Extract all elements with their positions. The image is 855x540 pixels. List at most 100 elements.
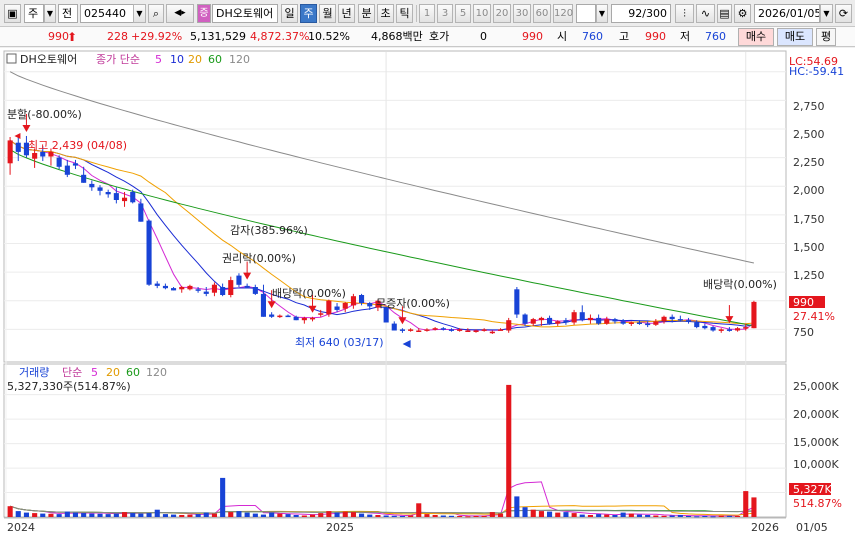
volume-bar: [32, 513, 38, 517]
period-button-second[interactable]: 초: [377, 4, 394, 23]
candle-body: [64, 165, 70, 175]
candle-body: [628, 322, 634, 324]
volume-bar: [432, 515, 438, 517]
volume-bar: [171, 514, 177, 517]
period-button-week[interactable]: 주: [300, 4, 317, 23]
code-dropdown-icon[interactable]: ▼: [133, 4, 146, 23]
candle-body: [473, 330, 479, 332]
stock-code-input[interactable]: 025440: [80, 4, 136, 23]
current-pct-tag: 27.41%: [793, 310, 835, 323]
price-axis: LC:54.69 HC:-59.41 2,750 2,500 2,250 2,0…: [789, 55, 844, 339]
candle-body: [710, 327, 716, 331]
annotation-split: 분할(-80.00%): [7, 108, 82, 121]
interval-button-5[interactable]: 5: [455, 4, 471, 23]
low-price: 760: [705, 30, 726, 43]
volume-bar: [89, 513, 95, 517]
search-icon[interactable]: ⌕: [148, 4, 164, 23]
refresh-icon[interactable]: ⟳: [835, 4, 852, 23]
candle-body: [277, 315, 283, 318]
candle-body: [596, 317, 602, 324]
period-button-tick[interactable]: 틱: [396, 4, 413, 23]
candle-type-icon[interactable]: ⫶: [675, 4, 694, 23]
interval-button-20[interactable]: 20: [493, 4, 511, 23]
volume-bar: [310, 514, 316, 517]
candle-body: [7, 140, 13, 164]
candle-body: [187, 285, 193, 290]
volume-bar: [383, 515, 389, 517]
volume-bar: [498, 513, 504, 517]
sound-icon[interactable]: ◀▸: [166, 4, 194, 23]
stock-type-select[interactable]: 전: [58, 4, 78, 23]
volume-bar: [7, 506, 13, 517]
candle-body: [694, 322, 700, 328]
current-price: 990: [48, 30, 69, 43]
interval-button-10[interactable]: 10: [473, 4, 491, 23]
date-dropdown-icon[interactable]: ▼: [820, 4, 833, 23]
x-tick-0105: 01/05: [796, 521, 828, 534]
period-button-year[interactable]: 년: [338, 4, 355, 23]
volume-bar: [48, 513, 54, 517]
volume-bar: [457, 516, 463, 517]
x-tick-2024: 2024: [7, 521, 35, 534]
volume-bar: [72, 512, 78, 517]
volume-legend-ma-label: 단순: [62, 366, 82, 379]
volume-pct: 4,872.37%: [250, 30, 310, 43]
settings-icon[interactable]: ⚙: [734, 4, 751, 23]
volume-bar: [64, 511, 70, 517]
volume-bar: [653, 515, 659, 517]
volume-bar: [416, 503, 422, 517]
volume-legend-ma-20: 20: [106, 366, 120, 379]
volume-bar: [203, 512, 209, 517]
interval-custom-input[interactable]: [576, 4, 596, 23]
chart-area[interactable]: DH오토웨어 종가 단순 5 10 20 60 120 분할(-80.00%) …: [0, 48, 855, 540]
interval-button-3[interactable]: 3: [437, 4, 453, 23]
bar-count-input[interactable]: 92/300: [611, 4, 671, 23]
open-price: 760: [582, 30, 603, 43]
stock-chart[interactable]: DH오토웨어 종가 단순 5 10 20 60 120 분할(-80.00%) …: [0, 48, 855, 540]
line-tool-icon[interactable]: ∿: [696, 4, 715, 23]
date-input[interactable]: 2026/01/05: [754, 4, 820, 23]
annotation-capital-reduction: 감자(385.96%): [230, 224, 308, 237]
chart-menu-icon[interactable]: ▣: [4, 4, 21, 23]
candle-body: [489, 331, 495, 334]
period-button-minute[interactable]: 분: [358, 4, 375, 23]
volume-bar: [424, 514, 430, 517]
period-button-day[interactable]: 일: [281, 4, 298, 23]
candle-body: [399, 329, 405, 331]
volume-bar: [146, 513, 152, 517]
period-button-month[interactable]: 월: [319, 4, 336, 23]
buy-button[interactable]: 매수: [738, 28, 774, 46]
volume-bar: [326, 511, 332, 517]
save-icon[interactable]: ▤: [717, 4, 732, 23]
interval-button-30[interactable]: 30: [513, 4, 531, 23]
market-select[interactable]: 주: [24, 4, 44, 23]
sell-button[interactable]: 매도: [777, 28, 813, 46]
candle-body: [220, 287, 226, 295]
quote-bar: 990 ⬆ 228 +29.92% 5,131,529 4,872.37% 10…: [0, 27, 855, 47]
candle-body: [285, 315, 291, 318]
ask-price: 990: [522, 30, 543, 43]
candle-body: [718, 329, 724, 331]
volume-bar: [530, 509, 536, 517]
interval-button-1[interactable]: 1: [419, 4, 435, 23]
volume-bar: [473, 516, 479, 517]
volume-bar: [113, 513, 119, 517]
volume-bar: [669, 515, 675, 517]
volume-bar: [211, 513, 217, 517]
candle-body: [514, 289, 520, 315]
eval-button[interactable]: 평: [816, 28, 836, 46]
candle-body: [228, 280, 234, 295]
interval-button-120[interactable]: 120: [553, 4, 573, 23]
candle-body: [669, 316, 675, 320]
candle-body: [48, 151, 54, 157]
hc-label: HC:-59.41: [789, 65, 844, 78]
legend-ma-10: 10: [170, 53, 184, 66]
interval-dropdown-icon[interactable]: ▼: [596, 4, 608, 23]
volume-bar: [154, 509, 160, 517]
candle-body: [81, 174, 87, 183]
volume-bar: [244, 512, 250, 517]
market-dropdown-icon[interactable]: ▼: [44, 4, 56, 23]
candle-body: [440, 328, 446, 330]
interval-button-60[interactable]: 60: [533, 4, 551, 23]
stock-name[interactable]: DH오토웨어: [212, 4, 278, 23]
